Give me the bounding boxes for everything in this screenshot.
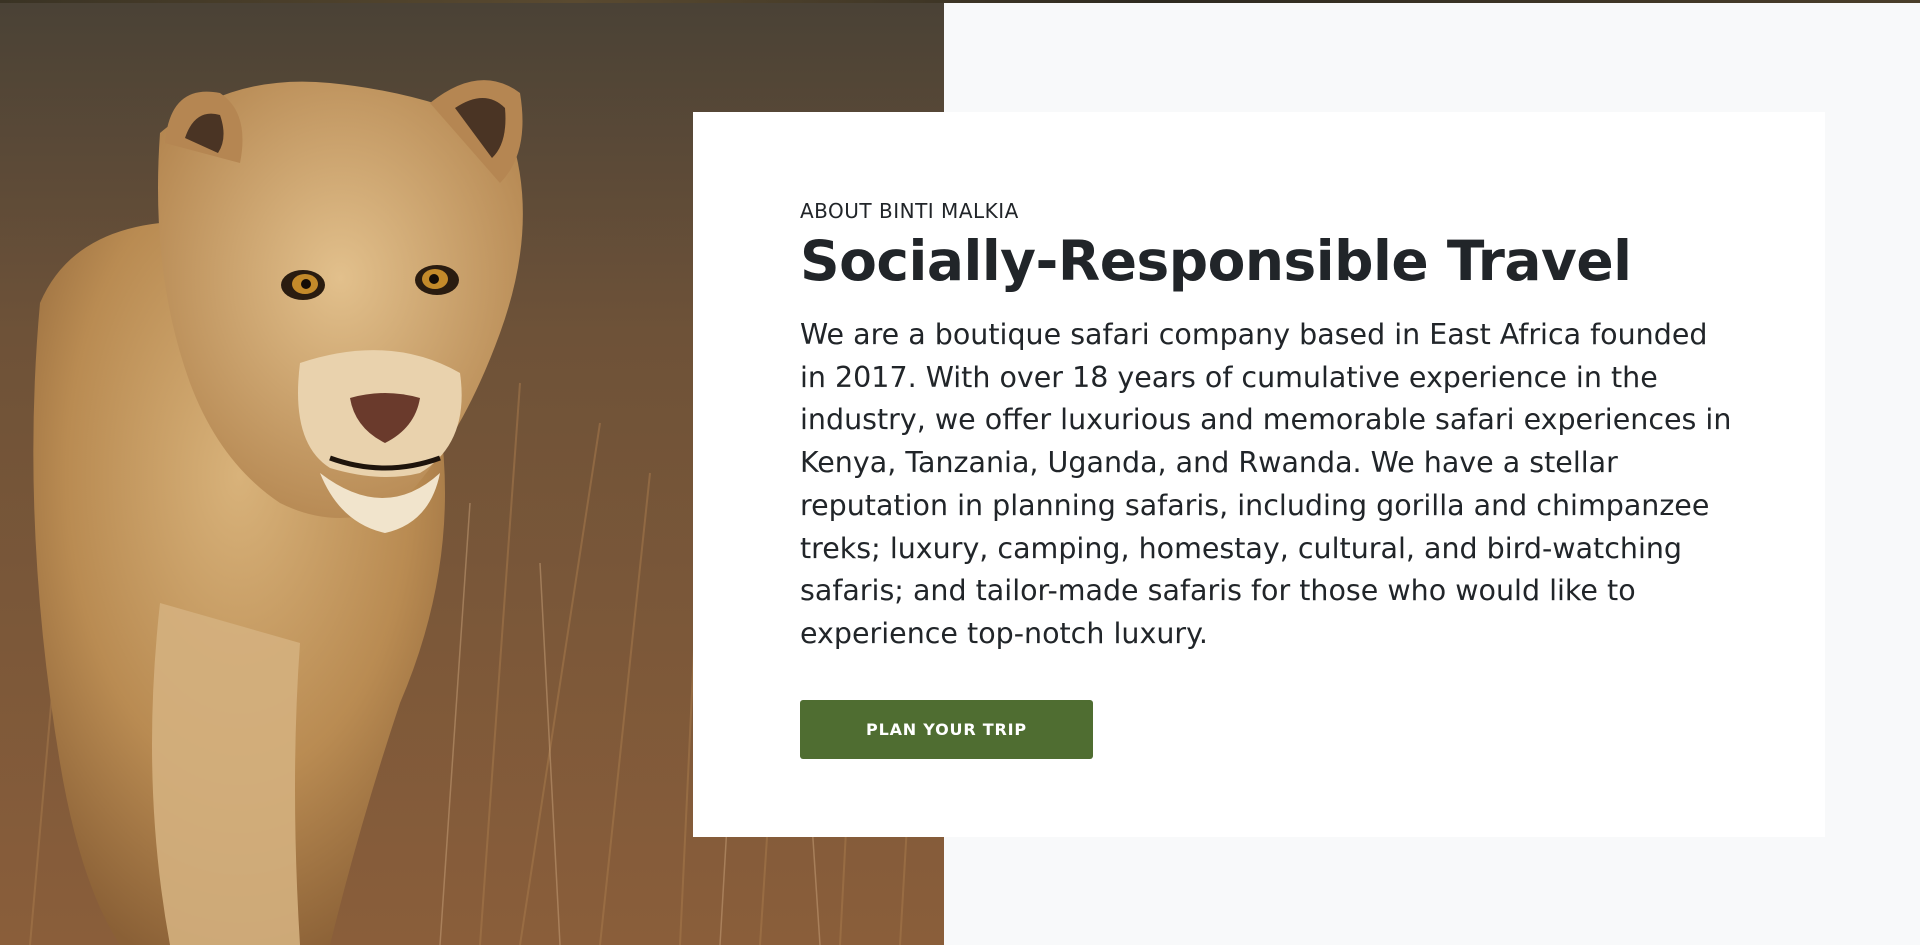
about-section: ABOUT BINTI MALKIA Socially-Responsible … [0, 0, 1920, 945]
section-eyebrow: ABOUT BINTI MALKIA [800, 199, 1019, 223]
plan-your-trip-button[interactable]: PLAN YOUR TRIP [800, 699, 1093, 759]
about-card: ABOUT BINTI MALKIA Socially-Responsible … [693, 112, 1825, 837]
section-description: We are a boutique safari company based i… [800, 318, 1732, 650]
section-title: Socially-Responsible Travel [800, 229, 1632, 293]
about-card-content: ABOUT BINTI MALKIA Socially-Responsible … [800, 198, 1740, 759]
